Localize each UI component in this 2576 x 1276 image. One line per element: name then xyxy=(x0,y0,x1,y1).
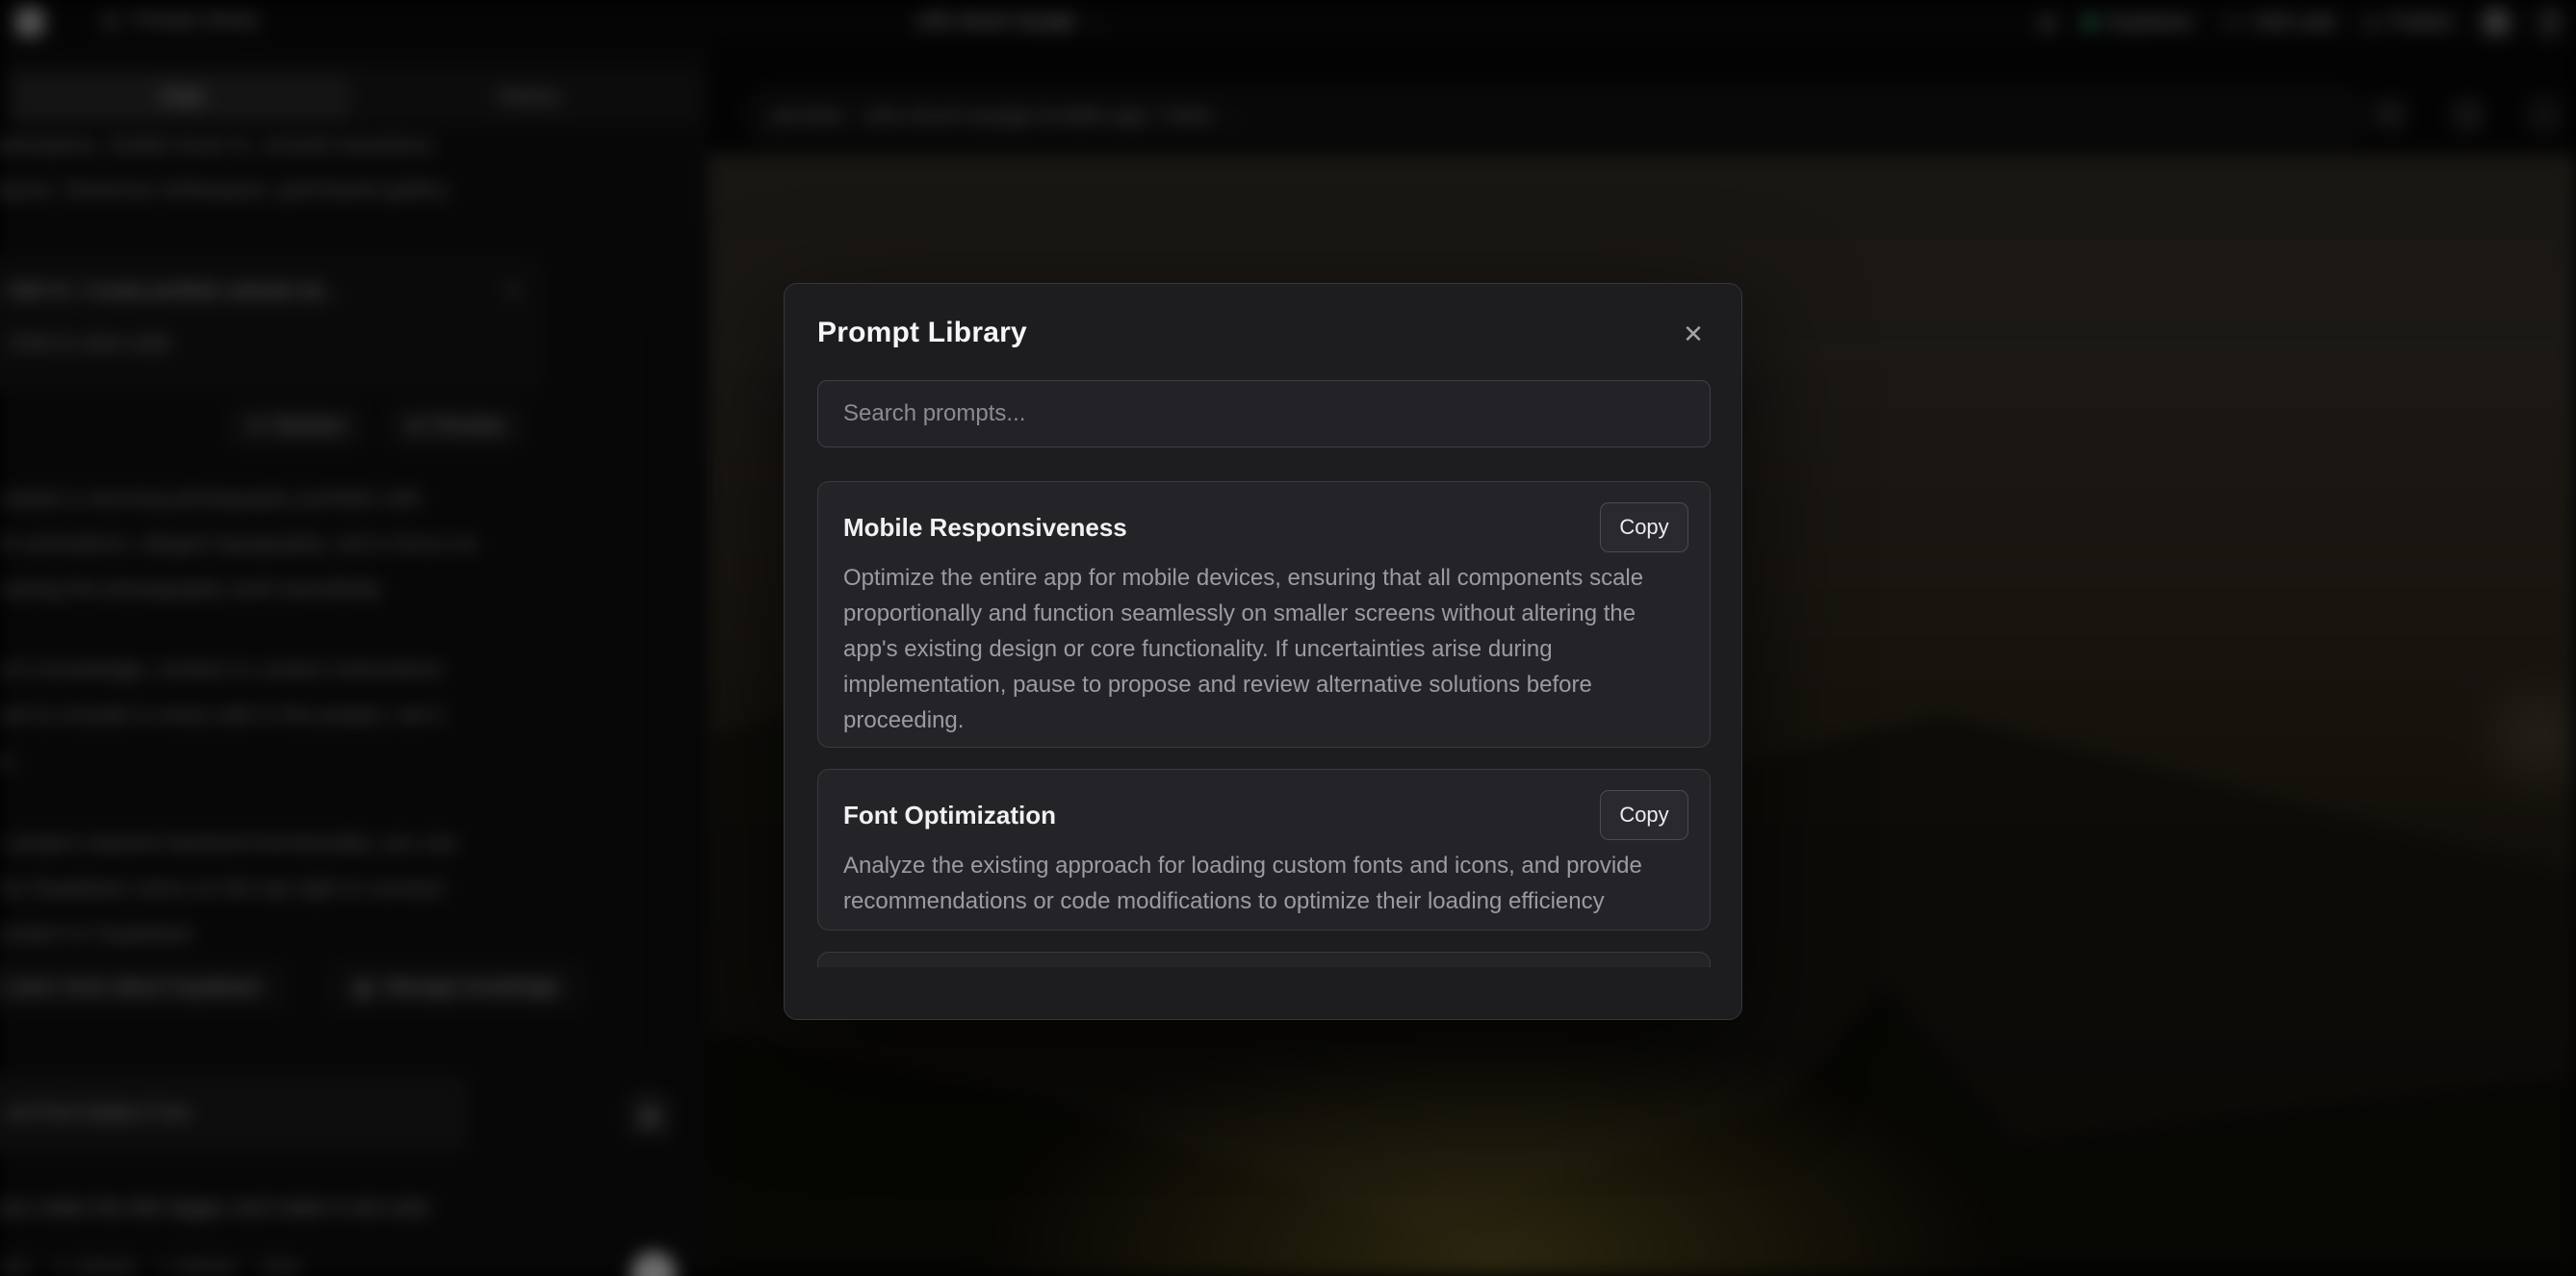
prompt-body: Optimize the entire app for mobile devic… xyxy=(843,560,1690,738)
copy-button[interactable]: Copy xyxy=(1600,790,1688,840)
prompt-list: Mobile Responsiveness Copy Optimize the … xyxy=(817,481,1711,967)
prompt-title: Font Optimization xyxy=(843,801,1685,830)
prompt-title: Mobile Responsiveness xyxy=(843,513,1685,543)
app-screen: ▤ Prompt Library urfa cloud voyage ⌄ ▦ S… xyxy=(0,0,2576,1276)
prompt-card: Font Optimization Copy Analyze the exist… xyxy=(817,769,1711,931)
prompt-library-modal: Prompt Library ✕ Mobile Responsiveness C… xyxy=(784,283,1742,1020)
prompt-card-clipped xyxy=(817,952,1711,967)
prompt-card: Mobile Responsiveness Copy Optimize the … xyxy=(817,481,1711,748)
prompt-body: Analyze the existing approach for loadin… xyxy=(843,848,1690,919)
close-icon[interactable]: ✕ xyxy=(1674,315,1713,353)
modal-title: Prompt Library xyxy=(817,317,1709,349)
copy-button[interactable]: Copy xyxy=(1600,502,1688,552)
search-input[interactable] xyxy=(817,380,1711,447)
